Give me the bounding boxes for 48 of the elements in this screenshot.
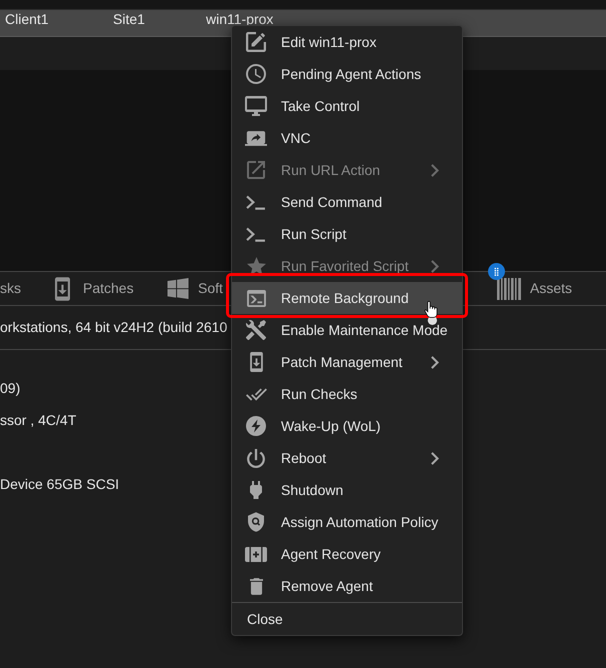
laptop-share-icon [245,130,267,146]
detail-text: ssor , 4C/4T [0,411,76,430]
detail-text: Device 65GB SCSI [0,475,120,494]
trash-icon [250,578,262,594]
plug-icon [250,481,262,499]
windows-logo-icon [167,278,189,299]
menu-item[interactable]: Pending Agent Actions [232,58,462,90]
edit-icon [246,32,266,52]
menu-item[interactable]: Assign Automation Policy [232,506,462,538]
menu-item[interactable]: Shutdown [232,474,462,506]
menu-item[interactable]: Run Script [232,218,462,250]
double-check-icon [246,388,266,400]
tab[interactable]: Patches [55,272,134,305]
menu-item[interactable]: Take Control [232,90,462,122]
menu-item[interactable]: Remote Background [232,282,462,314]
hand-cursor-icon [424,301,438,325]
shield-search-icon [248,512,264,532]
phone-download-icon [55,276,70,300]
menu-item[interactable]: Agent Recovery [232,538,462,570]
barcode-icon [497,278,521,300]
medical-case-icon [245,546,267,562]
menu-item[interactable]: Wake-Up (WoL) [232,410,462,442]
table-cell: win11-prox [206,13,274,25]
summary-text: orkstations, 64 bit v24H2 (build 2610 [0,318,228,337]
menu-item[interactable]: Run Checks [232,378,462,410]
terminal-prompt-icon [246,226,266,242]
detail-text: 09) [0,379,20,398]
tab[interactable]: Soft [167,272,223,305]
menu-item[interactable]: Reboot [232,442,462,474]
external-link-icon [247,161,265,179]
menu-item[interactable]: Send Command [232,186,462,218]
clock-icon [246,64,266,84]
terminal-prompt-icon [246,194,266,210]
table-cell-text: Site1 [113,13,146,25]
menu-item[interactable]: VNC [232,122,462,154]
tab[interactable]: sks [0,272,21,305]
power-icon [247,448,265,468]
tab[interactable]: Assets [497,272,572,305]
menu-item[interactable]: Patch Management [232,346,462,378]
menu-item[interactable]: Remove Agent [232,570,462,602]
tools-icon [246,320,266,340]
menu-item[interactable]: Enable Maintenance Mode [232,314,462,346]
monitor-icon [245,96,267,116]
close-button[interactable]: Close [232,602,462,635]
star-icon [246,257,266,275]
table-cell-text: Client1 [5,13,50,25]
console-icon [246,290,266,306]
phone-download-icon [250,352,262,372]
